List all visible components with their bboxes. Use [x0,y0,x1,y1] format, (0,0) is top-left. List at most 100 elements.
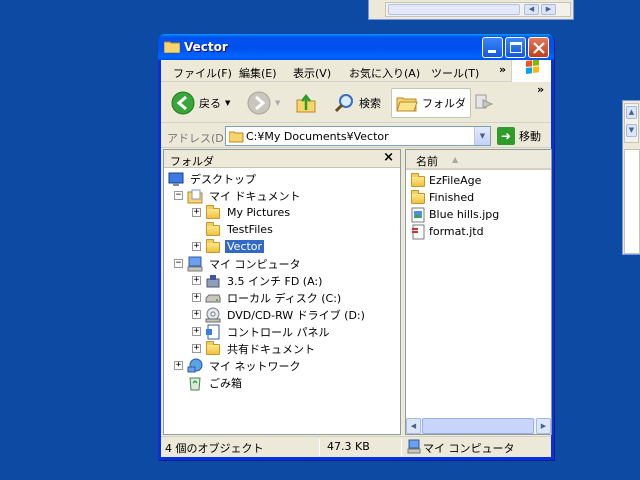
close-pane-icon[interactable]: × [383,150,394,165]
menu-view[interactable]: 表示(V) [293,65,331,81]
go-label: 移動 [519,130,541,143]
floppy-icon [206,274,220,287]
tree-item-my-computer[interactable]: − マイ コンピュータ [174,255,303,272]
open-folder-icon [205,238,221,255]
back-arrow-icon [171,91,195,115]
close-button[interactable] [528,37,549,58]
expand-icon[interactable]: + [192,310,201,319]
column-header-name[interactable]: 名前 ▲ [406,150,551,170]
file-item-format-jtd[interactable]: format.jtd [410,223,484,240]
file-item-blue-hills[interactable]: Blue hills.jpg [410,206,499,223]
scroll-left-button[interactable]: ◀ [524,4,539,15]
folder-icon [229,131,244,143]
tree-item-floppy[interactable]: + 3.5 インチ FD (A:) [192,272,324,289]
search-icon [334,94,353,113]
scrollbar-thumb[interactable] [388,4,520,15]
views-button[interactable] [473,88,495,118]
expand-icon[interactable]: + [192,242,201,251]
back-button[interactable]: 戻る ▼ [171,88,230,118]
menu-favorites[interactable]: お気に入り(A) [349,65,420,81]
menu-file[interactable]: ファイル(F) [173,65,232,81]
tree-item-label: ごみ箱 [209,376,242,390]
menu-edit[interactable]: 編集(E) [239,65,277,81]
tree-item-control-panel[interactable]: + コントロール パネル [192,323,332,340]
status-location: マイ コンピュータ [423,442,515,455]
minimize-icon [488,50,496,53]
address-input[interactable]: C:¥My Documents¥Vector ▼ [225,126,491,146]
document-file-icon [412,224,425,239]
views-icon [475,94,494,109]
back-label: 戻る [199,97,221,110]
tree-item-local-disk[interactable]: + ローカル ディスク (C:) [192,289,343,306]
maximize-button[interactable] [505,37,526,58]
folder-icon [205,340,221,357]
go-arrow-icon: ➜ [497,127,515,145]
address-bar: アドレス(D) C:¥My Documents¥Vector ▼ ➜ 移動 [161,124,551,148]
file-item-ezfileage[interactable]: EzFileAge [410,172,481,189]
tree-item-label: マイ ネットワーク [209,359,301,373]
folders-button[interactable]: フォルダ [391,88,471,118]
menu-tools[interactable]: ツール(T) [431,65,479,81]
background-window-right: ▲ ▼ [622,100,640,255]
scroll-down-button[interactable]: ▼ [626,124,637,137]
folders-icon [396,97,418,112]
back-dropdown-arrow[interactable]: ▼ [225,99,230,107]
expand-icon[interactable]: + [192,344,201,353]
folders-label: フォルダ [422,97,466,110]
tree-item-shared-documents[interactable]: + 共有ドキュメント [192,340,317,357]
collapse-icon[interactable]: − [174,191,183,200]
toolbar-overflow-chevron[interactable]: » [537,83,544,96]
forward-button[interactable]: ▼ [247,88,280,118]
expand-icon[interactable]: + [192,208,201,217]
folder-icon [164,41,180,53]
expand-icon[interactable]: + [174,361,183,370]
file-pane-horizontal-scrollbar[interactable]: ◀ ▶ [406,418,551,434]
tree-item-my-pictures[interactable]: + My Pictures [192,204,292,221]
tree-item-testfiles[interactable]: TestFiles [205,221,275,238]
tree-item-dvd-drive[interactable]: + DVD/CD-RW ドライブ (D:) [192,306,367,323]
minimize-button[interactable] [482,37,503,58]
scroll-left-button[interactable]: ◀ [406,418,421,434]
background-vertical-scrollbar[interactable]: ▲ ▼ [624,103,639,143]
file-name: EzFileAge [429,174,482,187]
forward-dropdown-arrow[interactable]: ▼ [275,99,280,107]
folder-icon [410,189,426,206]
scroll-right-button[interactable]: ▶ [536,418,551,434]
scroll-right-button[interactable]: ▶ [541,4,556,15]
search-button[interactable]: 検索 [333,88,381,118]
expand-icon[interactable]: + [192,293,201,302]
folder-icon [205,204,221,221]
my-computer-icon [187,256,203,271]
tree-item-my-network[interactable]: + マイ ネットワーク [174,357,303,374]
background-horizontal-scrollbar[interactable]: ◀ ▶ [385,2,571,17]
tree-item-my-documents[interactable]: − マイ ドキュメント [174,187,303,204]
dvd-drive-icon [205,307,221,322]
expand-icon[interactable]: + [192,276,201,285]
menu-bar: ファイル(F) 編集(E) 表示(V) お気に入り(A) ツール(T) » [161,59,551,82]
tree-item-recycle-bin[interactable]: ごみ箱 [187,374,244,391]
tree-item-vector[interactable]: + Vector [192,238,265,255]
collapse-icon[interactable]: − [174,259,183,268]
scrollbar-thumb[interactable] [422,418,534,434]
menu-overflow-chevron[interactable]: » [499,63,506,76]
file-item-finished[interactable]: Finished [410,189,474,206]
up-folder-button[interactable] [295,88,317,118]
tree-item-label: コントロール パネル [227,325,330,339]
recycle-bin-icon [189,377,201,390]
explorer-window: Vector ファイル(F) 編集(E) 表示(V) お気に入り(A) ツール(… [158,34,554,460]
file-name: format.jtd [429,225,484,238]
folder-icon [410,172,426,189]
column-header-label: 名前 [416,155,438,168]
address-dropdown-button[interactable]: ▼ [474,127,490,145]
my-documents-icon [187,189,203,203]
expand-icon[interactable]: + [192,327,201,336]
go-button[interactable]: ➜ 移動 [497,127,541,145]
tree-item-label: マイ ドキュメント [209,189,301,203]
file-name: Blue hills.jpg [429,208,500,221]
my-computer-icon [407,439,421,454]
tree-item-desktop[interactable]: デスクトップ [168,170,258,187]
title-bar[interactable]: Vector [158,34,554,60]
scroll-up-button[interactable]: ▲ [626,106,637,119]
hard-disk-icon [205,294,221,302]
address-label: アドレス(D) [167,132,229,145]
